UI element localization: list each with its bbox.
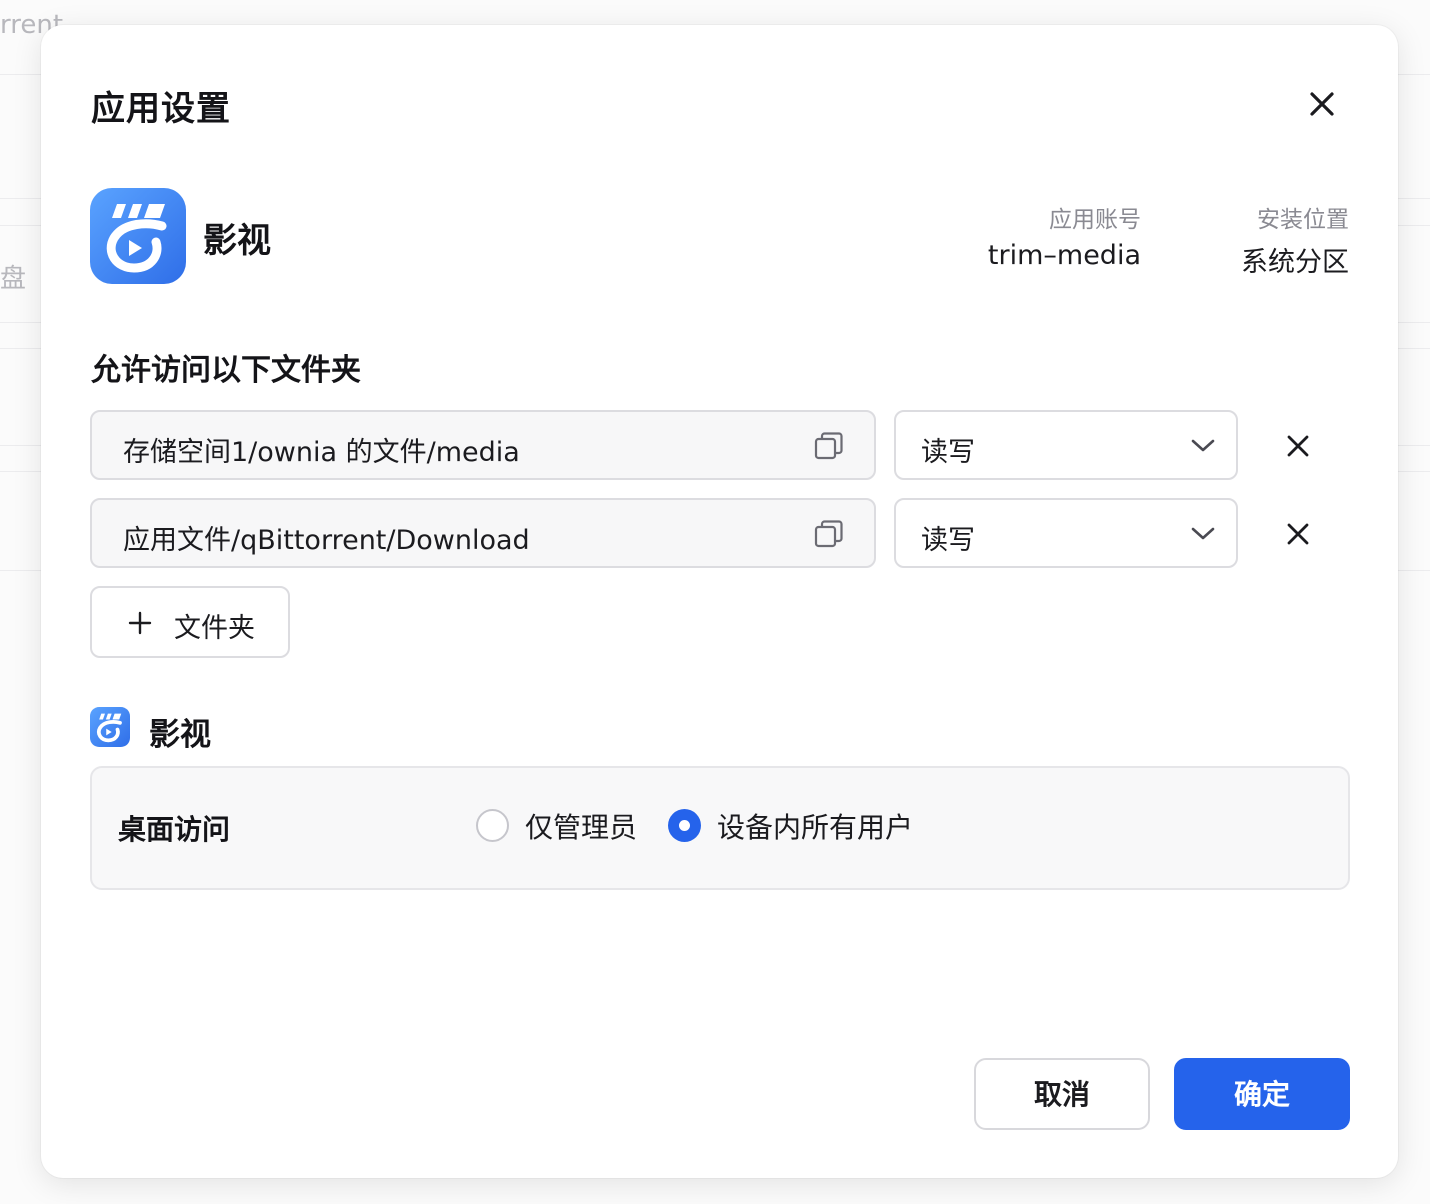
plus-icon <box>128 611 152 635</box>
permission-value: 读写 <box>921 525 975 556</box>
remove-folder-icon[interactable] <box>1281 429 1315 463</box>
access-app-name: 影视 <box>149 717 211 753</box>
copy-icon[interactable] <box>814 519 844 549</box>
folder-access-title: 允许访问以下文件夹 <box>91 353 361 388</box>
confirm-button[interactable]: 确定 <box>1174 1058 1350 1130</box>
chevron-down-icon <box>1191 527 1215 540</box>
radio-admin-only[interactable] <box>476 809 509 842</box>
radio-all-users[interactable] <box>668 809 701 842</box>
folder-path-text: 应用文件/qBittorrent/Download <box>123 525 530 556</box>
permission-value: 读写 <box>921 437 975 468</box>
app-account-label: 应用账号 <box>1049 207 1141 233</box>
desktop-access-label: 桌面访问 <box>118 813 231 846</box>
radio-admin-only-label[interactable]: 仅管理员 <box>525 806 637 846</box>
add-folder-button[interactable]: 文件夹 <box>90 586 290 658</box>
folder-path-text: 存储空间1/ownia 的文件/media <box>123 437 520 468</box>
remove-folder-icon[interactable] <box>1281 517 1315 551</box>
app-account-value: trim–media <box>987 240 1141 271</box>
install-location-label: 安装位置 <box>1257 207 1349 233</box>
dialog-title: 应用设置 <box>91 89 231 129</box>
video-app-icon <box>90 707 130 747</box>
close-button[interactable] <box>1303 85 1341 123</box>
app-name: 影视 <box>203 221 271 261</box>
install-location-value: 系统分区 <box>1241 247 1349 278</box>
folder-path-field[interactable]: 应用文件/qBittorrent/Download <box>90 498 876 568</box>
radio-selected-dot <box>679 820 690 831</box>
cancel-button[interactable]: 取消 <box>974 1058 1150 1130</box>
permission-select[interactable]: 读写 <box>894 498 1238 568</box>
video-app-icon <box>90 188 186 284</box>
radio-all-users-label[interactable]: 设备内所有用户 <box>717 806 913 846</box>
folder-path-field[interactable]: 存储空间1/ownia 的文件/media <box>90 410 876 480</box>
permission-select[interactable]: 读写 <box>894 410 1238 480</box>
chevron-down-icon <box>1191 439 1215 452</box>
close-icon <box>1310 92 1334 116</box>
desktop-access-panel: 桌面访问 仅管理员 设备内所有用户 <box>90 766 1350 890</box>
copy-icon[interactable] <box>814 431 844 461</box>
add-folder-label: 文件夹 <box>174 613 255 644</box>
app-settings-dialog: 应用设置 影视 应用账号 trim–media 安装位置 系统分区 允许访问以下… <box>41 25 1398 1178</box>
background-text: 盘 <box>0 264 27 294</box>
